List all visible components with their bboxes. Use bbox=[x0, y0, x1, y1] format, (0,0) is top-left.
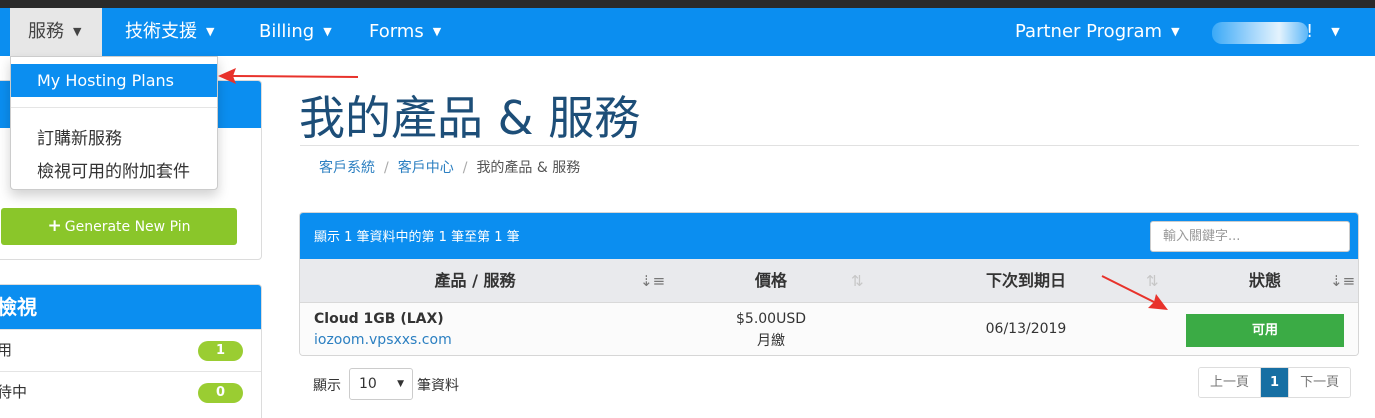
next-due-date: 06/13/2019 bbox=[985, 321, 1067, 337]
sidebar-panel-view: 檢視 用 1 待中 0 bbox=[0, 284, 262, 418]
nav-partner-label: Partner Program bbox=[1015, 21, 1163, 42]
generate-pin-label: Generate New Pin bbox=[64, 219, 191, 235]
services-dropdown-menu: My Hosting Plans 訂購新服務 檢視可用的附加套件 bbox=[10, 56, 218, 190]
show-label: 顯示 bbox=[313, 378, 341, 394]
breadcrumb-separator: / bbox=[384, 160, 389, 176]
table-info: 顯示 1 筆資料中的第 1 筆至第 1 筆 bbox=[314, 230, 520, 245]
nav-support[interactable]: 技術支援 ▼ bbox=[125, 8, 214, 56]
title-divider bbox=[300, 145, 1359, 146]
nav-user-menu[interactable]: ! ▼ bbox=[1306, 8, 1340, 56]
caret-down-icon: ▼ bbox=[397, 379, 404, 389]
count-badge: 0 bbox=[198, 383, 243, 403]
caret-down-icon: ▼ bbox=[206, 25, 215, 38]
sidebar-filter-pending[interactable]: 待中 0 bbox=[0, 371, 261, 411]
table-row[interactable]: Cloud 1GB (LAX) iozoom.vpsxxs.com $5.00U… bbox=[300, 303, 1358, 355]
sidebar-filter-active[interactable]: 用 1 bbox=[0, 329, 261, 369]
table-toolbar: 顯示 1 筆資料中的第 1 筆至第 1 筆 bbox=[300, 213, 1358, 259]
sidebar-filter-label: 待中 bbox=[0, 383, 28, 401]
nav-billing[interactable]: Billing ▼ bbox=[259, 8, 332, 56]
menu-item-order-new-service[interactable]: 訂購新服務 bbox=[37, 124, 122, 149]
menu-item-my-hosting-plans[interactable]: My Hosting Plans bbox=[11, 64, 217, 97]
nav-services-label: 服務 bbox=[28, 21, 64, 42]
per-page-value: 10 bbox=[359, 376, 377, 392]
plus-icon: + bbox=[47, 216, 62, 236]
caret-down-icon: ▼ bbox=[73, 25, 82, 38]
products-table: 顯示 1 筆資料中的第 1 筆至第 1 筆 產品 / 服務 ⇣≡ 價格 ⇅ 下次… bbox=[299, 212, 1359, 356]
per-page-select[interactable]: 10 ▼ bbox=[349, 368, 413, 400]
billing-cycle: 月繳 bbox=[757, 333, 785, 349]
caret-down-icon: ▼ bbox=[323, 25, 332, 38]
caret-down-icon: ▼ bbox=[1331, 25, 1340, 38]
breadcrumb-home[interactable]: 客戶系統 bbox=[319, 160, 375, 176]
product-hostname-link[interactable]: iozoom.vpsxxs.com bbox=[314, 332, 452, 348]
page-1-button[interactable]: 1 bbox=[1261, 368, 1289, 397]
product-name: Cloud 1GB (LAX) bbox=[314, 311, 444, 327]
sort-icon[interactable]: ⇣≡ bbox=[640, 272, 665, 290]
username-blurred bbox=[1212, 22, 1308, 44]
nav-user-suffix: ! bbox=[1306, 21, 1314, 42]
table-header: 產品 / 服務 ⇣≡ 價格 ⇅ 下次到期日 ⇅ 狀態 ⇣≡ bbox=[300, 259, 1358, 303]
sort-icon[interactable]: ⇣≡ bbox=[1330, 272, 1355, 290]
nav-forms-label: Forms bbox=[369, 21, 424, 42]
nav-billing-label: Billing bbox=[259, 21, 315, 42]
column-header-product[interactable]: 產品 / 服務 bbox=[300, 259, 650, 303]
column-header-status[interactable]: 狀態 bbox=[1186, 259, 1344, 303]
page-title: 我的產品 & 服務 bbox=[299, 91, 641, 145]
pagination: 上一頁 1 下一頁 bbox=[1198, 367, 1352, 398]
status-badge: 可用 bbox=[1186, 314, 1344, 347]
sidebar-filter-label: 用 bbox=[0, 341, 12, 359]
window-top-strip bbox=[0, 0, 1375, 8]
menu-item-view-addons[interactable]: 檢視可用的附加套件 bbox=[37, 157, 190, 182]
nav-services[interactable]: 服務 ▼ bbox=[10, 8, 102, 56]
product-price: $5.00USD bbox=[736, 311, 806, 327]
top-navbar: 服務 ▼ 技術支援 ▼ Billing ▼ Forms ▼ Partner Progra… bbox=[0, 8, 1375, 56]
count-badge: 1 bbox=[198, 341, 243, 361]
caret-down-icon: ▼ bbox=[1171, 25, 1180, 38]
sort-icon[interactable]: ⇅ bbox=[851, 272, 864, 290]
column-header-due-date[interactable]: 下次到期日 bbox=[936, 259, 1116, 303]
breadcrumb-separator: / bbox=[462, 160, 468, 176]
generate-pin-button[interactable]: + Generate New Pin bbox=[1, 208, 237, 245]
breadcrumb-client-area[interactable]: 客戶中心 bbox=[398, 160, 454, 176]
nav-partner-program[interactable]: Partner Program ▼ bbox=[1015, 8, 1180, 56]
next-page-button[interactable]: 下一頁 bbox=[1288, 368, 1351, 397]
caret-down-icon: ▼ bbox=[432, 25, 442, 38]
records-label: 筆資料 bbox=[417, 378, 459, 394]
breadcrumb: 客戶系統 / 客戶中心 / 我的產品 & 服務 bbox=[319, 157, 580, 177]
column-header-price[interactable]: 價格 bbox=[696, 259, 846, 303]
breadcrumb-current: 我的產品 & 服務 bbox=[476, 160, 581, 176]
nav-forms[interactable]: Forms ▼ bbox=[369, 8, 441, 56]
sort-icon[interactable]: ⇅ bbox=[1146, 272, 1159, 290]
menu-divider bbox=[11, 107, 217, 108]
previous-page-button[interactable]: 上一頁 bbox=[1199, 368, 1262, 397]
table-search-input[interactable] bbox=[1150, 221, 1350, 252]
nav-support-label: 技術支援 bbox=[125, 21, 197, 42]
sidebar-panel-title: 檢視 bbox=[0, 285, 261, 329]
